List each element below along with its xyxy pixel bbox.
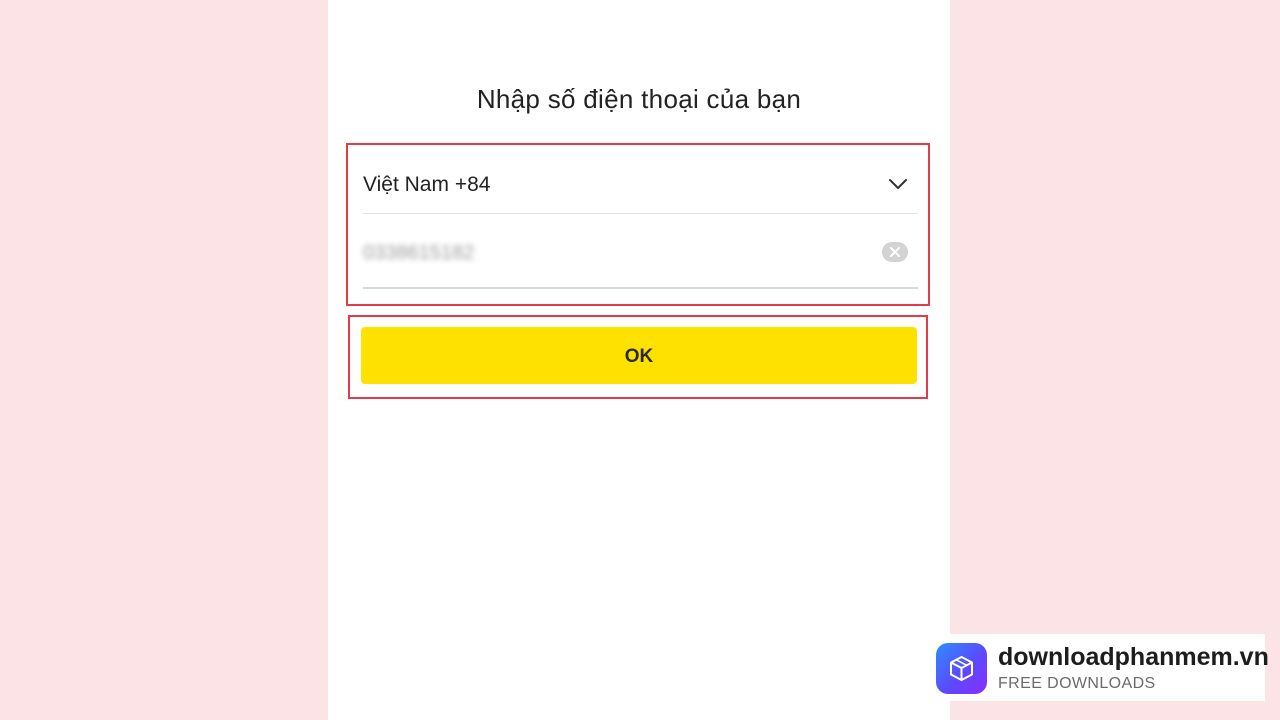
clear-icon[interactable]	[882, 242, 908, 262]
phone-number-row	[363, 229, 918, 289]
watermark-tagline: FREE DOWNLOADS	[998, 675, 1156, 692]
app-screen: Nhập số điện thoại của bạn Việt Nam +84 …	[328, 0, 950, 720]
watermark-badge: downloadphanmem.vn FREE DOWNLOADS	[928, 634, 1269, 701]
page-title: Nhập số điện thoại của bạn	[476, 84, 802, 114]
ok-button[interactable]: OK	[361, 327, 917, 384]
chevron-down-icon	[888, 177, 908, 191]
ok-button-highlight: OK	[348, 315, 928, 399]
country-label: Việt Nam +84	[363, 173, 491, 196]
country-selector[interactable]: Việt Nam +84	[363, 165, 918, 214]
box-icon	[936, 643, 987, 694]
phone-number-input[interactable]	[363, 237, 863, 269]
watermark-name: downloadphanmem.vn	[998, 643, 1269, 671]
phone-form-highlight: Việt Nam +84	[346, 143, 930, 306]
